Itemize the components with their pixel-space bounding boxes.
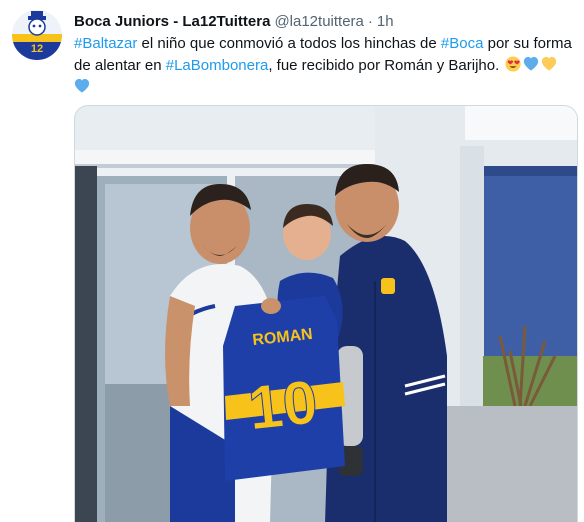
- tweet-text-part: el niño que conmovió a todos los hinchas…: [137, 35, 441, 52]
- hashtag-baltazar[interactable]: #Baltazar: [74, 35, 137, 52]
- tweet-text-part: , fue recibido por Román y Barijho.: [268, 57, 500, 74]
- tweet-timestamp[interactable]: 1h: [377, 13, 394, 30]
- author-handle[interactable]: @la12tuittera: [274, 13, 363, 30]
- hashtag-boca[interactable]: #Boca: [441, 35, 484, 52]
- hashtag-labombonera[interactable]: #LaBombonera: [166, 57, 269, 74]
- header-separator: ·: [367, 12, 373, 30]
- blue-heart-icon: [524, 56, 539, 71]
- jersey-number-text: 10: [245, 368, 321, 444]
- tweet[interactable]: 12 Boca Juniors - La12Tuittera @la12tuit…: [0, 0, 584, 522]
- blue-heart-icon: [74, 78, 90, 93]
- tweet-text: #Baltazar el niño que conmovió a todos l…: [74, 33, 574, 99]
- yellow-heart-icon: [542, 56, 557, 71]
- tweet-photo[interactable]: ROMAN 10: [74, 105, 578, 522]
- avatar[interactable]: 12: [12, 10, 62, 60]
- photo-scene: ROMAN 10: [75, 106, 577, 522]
- boca-mascot-avatar-icon: 12: [12, 10, 62, 60]
- heart-eyes-icon: [505, 56, 522, 72]
- author-name[interactable]: Boca Juniors - La12Tuittera: [74, 13, 270, 30]
- svg-text:12: 12: [31, 43, 43, 55]
- tweet-header: Boca Juniors - La12Tuittera @la12tuitter…: [74, 11, 394, 31]
